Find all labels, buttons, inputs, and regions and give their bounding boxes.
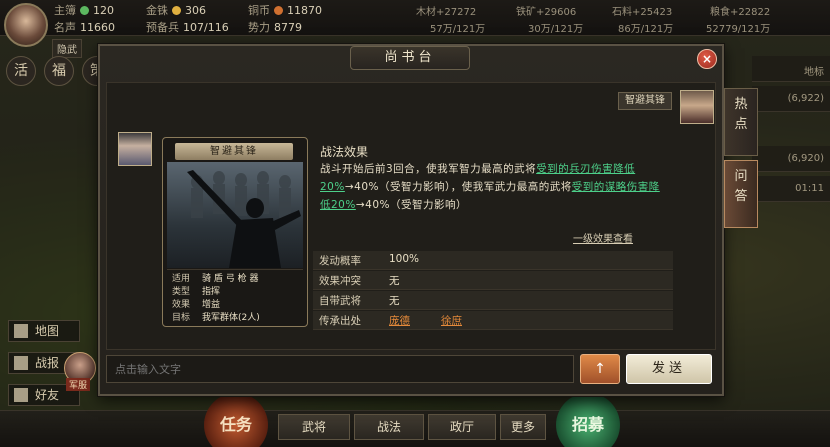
card-attr-target: 目标 我军群体(2人) xyxy=(172,310,260,323)
right-list-row[interactable]: (6,922) xyxy=(752,86,830,112)
effect-text-part: →40%（受智力影响） xyxy=(355,199,467,211)
tab-qa[interactable]: 问答 xyxy=(724,160,758,228)
effect-text-part: 战斗开始后前3回合，使我军智力最高的武将 xyxy=(320,163,537,175)
troops-stat: 预备兵 107/116 xyxy=(146,19,229,35)
card-attr-usable: 适用 骑 盾 弓 枪 器 xyxy=(172,271,258,284)
tab-qa-label: 问答 xyxy=(734,169,748,204)
more-button[interactable]: 更多 xyxy=(500,414,546,440)
food-rate: 粮食+22822 xyxy=(710,7,771,18)
resource-1-value: 120 xyxy=(93,4,114,17)
attr-label: 目标 xyxy=(172,313,191,323)
effect-text-part: →40%（受智力影响），使我军武力最高的武将 xyxy=(344,181,572,193)
send-button[interactable]: 发送 xyxy=(626,354,712,384)
troops-value: 107/116 xyxy=(183,21,229,34)
effect-title: 战法效果 xyxy=(320,145,369,159)
skill-card-name: 智避其锋 xyxy=(175,143,293,160)
resource-1-label: 主簿 xyxy=(54,4,76,17)
skill-card-art xyxy=(167,162,303,268)
gold-icon xyxy=(172,6,181,15)
troops-label: 预备兵 xyxy=(146,21,179,34)
iron-rate: 铁矿+29606 xyxy=(516,7,577,18)
stone-capacity: 86万/121万 xyxy=(618,24,674,35)
attr-value: 指挥 xyxy=(202,287,221,297)
row-label: 传承出处 xyxy=(319,315,361,327)
effect-description: 战斗开始后前3回合，使我军智力最高的武将受到的兵刃伤害降低20%→40%（受智力… xyxy=(320,160,670,214)
jade-icon xyxy=(80,6,89,15)
attr-label: 类型 xyxy=(172,287,191,297)
tactics-button[interactable]: 战法 xyxy=(354,414,424,440)
tab-hot[interactable]: 热点 xyxy=(724,88,758,156)
chat-input[interactable] xyxy=(106,355,574,383)
activity-button[interactable]: 活 xyxy=(6,56,36,86)
row-label: 自带武将 xyxy=(319,295,361,307)
fame-value: 11660 xyxy=(80,21,115,34)
generals-button[interactable]: 武将 xyxy=(278,414,350,440)
resource-3-label: 铜币 xyxy=(248,4,270,17)
customer-service-label: 军服 xyxy=(66,378,91,391)
wood-rate: 木材+27272 xyxy=(416,7,477,18)
level-effect-link[interactable]: 一级效果查看 xyxy=(573,230,633,245)
player-avatar[interactable] xyxy=(4,3,48,47)
right-list-row[interactable]: 01:11 xyxy=(752,176,830,202)
attr-value: 增益 xyxy=(202,300,221,310)
info-row-native-general: 自带武将 无 xyxy=(313,291,673,310)
attr-label: 效果 xyxy=(172,300,191,310)
info-row-inherit-source: 传承出处 庞德 徐庶 xyxy=(313,311,673,330)
fame-label: 名声 xyxy=(54,21,76,34)
card-attr-effect: 效果 增益 xyxy=(172,297,220,310)
power-stat: 势力 8779 xyxy=(248,19,302,35)
info-row-conflict: 效果冲突 无 xyxy=(313,271,673,290)
friends-icon xyxy=(14,388,28,402)
right-list-row[interactable]: (6,920) xyxy=(752,146,830,172)
source-general-link[interactable]: 庞德 xyxy=(389,313,410,328)
office-button[interactable]: 政厅 xyxy=(428,414,496,440)
resource-1: 主簿 120 xyxy=(54,2,114,18)
row-value: 无 xyxy=(389,295,400,307)
tab-hot-label: 热点 xyxy=(734,97,748,132)
iron-capacity: 30万/121万 xyxy=(528,24,584,35)
right-list-header: 地标 xyxy=(752,56,830,82)
copper-icon xyxy=(274,6,283,15)
row-label: 发动概率 xyxy=(319,255,361,267)
row-value: 100% xyxy=(389,253,420,265)
wood-capacity: 57万/121万 xyxy=(430,24,486,35)
swords-icon xyxy=(14,356,28,370)
welfare-button[interactable]: 福 xyxy=(44,56,74,86)
attr-label: 适用 xyxy=(172,274,191,284)
battle-report-label: 战报 xyxy=(35,356,60,370)
close-button[interactable]: × xyxy=(697,49,717,69)
resource-2-label: 金铢 xyxy=(146,4,168,17)
stone-rate: 石料+25423 xyxy=(612,7,673,18)
troop-type-icons: 骑 盾 弓 枪 器 xyxy=(202,274,259,284)
skill-illustration xyxy=(187,170,301,268)
power-label: 势力 xyxy=(248,21,270,34)
resource-3: 铜币 11870 xyxy=(248,2,322,18)
friends-label: 好友 xyxy=(35,388,60,402)
resource-2-value: 306 xyxy=(185,4,206,17)
info-row-trigger-rate: 发动概率 100% xyxy=(313,251,673,270)
user-avatar[interactable] xyxy=(680,90,714,124)
arrow-up-icon[interactable]: ↑ xyxy=(580,354,620,384)
card-divider xyxy=(167,269,303,270)
row-label: 效果冲突 xyxy=(319,275,361,287)
map-button[interactable]: 地图 xyxy=(8,320,80,342)
dialog-title: 尚书台 xyxy=(350,46,470,70)
food-capacity: 52779/121万 xyxy=(706,24,771,35)
resource-3-value: 11870 xyxy=(287,4,322,17)
card-attr-type: 类型 指挥 xyxy=(172,284,220,297)
source-general-link[interactable]: 徐庶 xyxy=(441,313,462,328)
power-value: 8779 xyxy=(274,21,302,34)
resource-2: 金铢 306 xyxy=(146,2,206,18)
question-bubble[interactable]: 智避其锋 xyxy=(618,92,672,110)
row-value: 无 xyxy=(389,275,400,287)
attr-value: 我军群体(2人) xyxy=(202,313,260,323)
map-button-label: 地图 xyxy=(35,324,60,338)
fame-stat: 名声 11660 xyxy=(54,19,115,35)
advisor-avatar[interactable] xyxy=(118,132,152,166)
map-icon xyxy=(14,324,28,338)
